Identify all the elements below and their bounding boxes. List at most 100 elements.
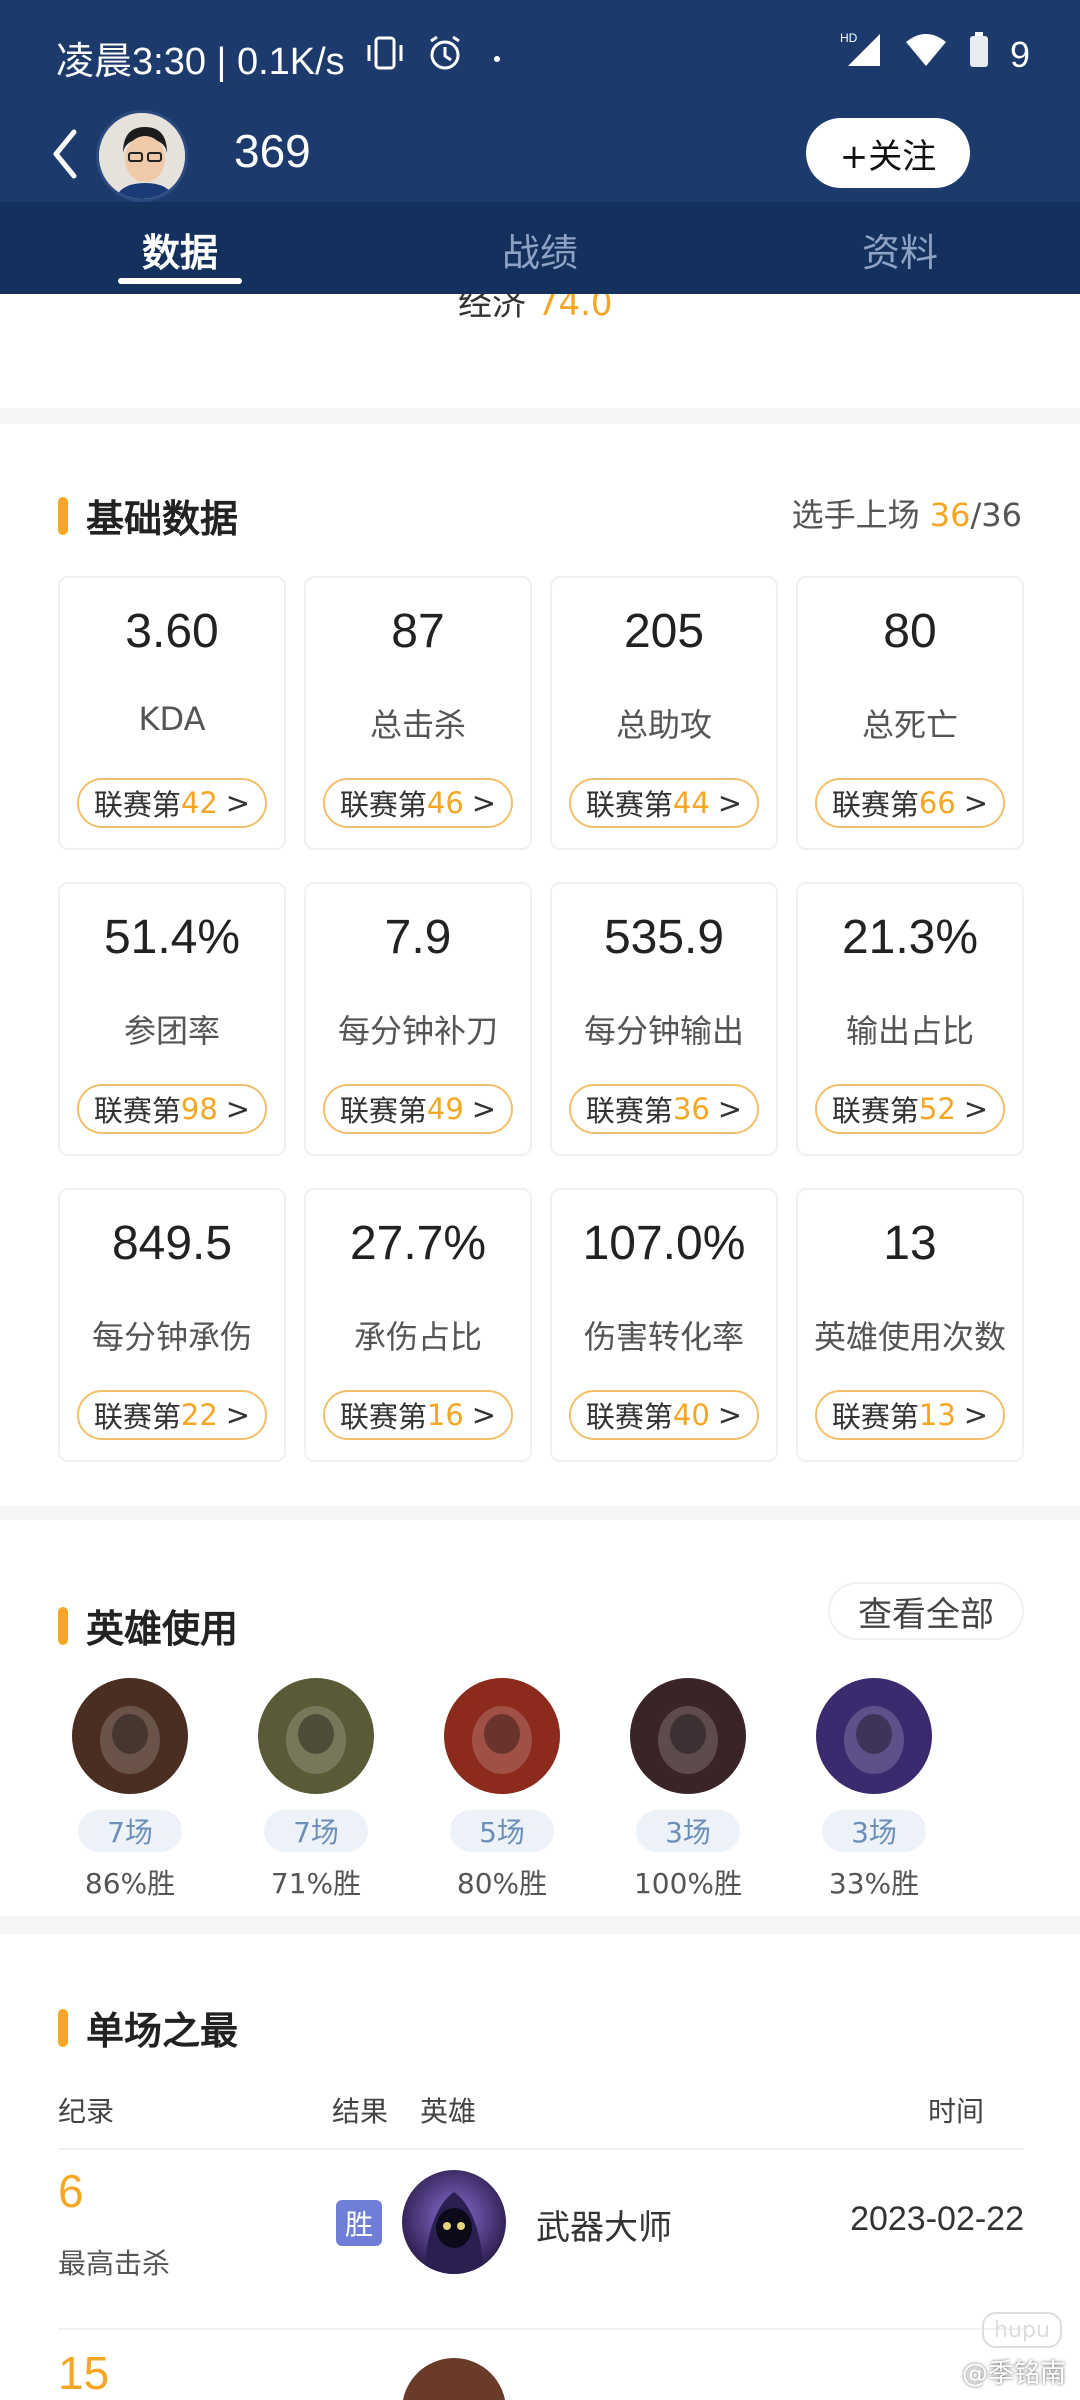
rank-prefix: 联赛第 (339, 788, 427, 822)
rank-number: 49 (426, 1092, 464, 1126)
league-rank-button[interactable]: 联赛第 66 > (815, 778, 1005, 828)
league-rank-button[interactable]: 联赛第 42 > (77, 778, 267, 828)
league-rank-button[interactable]: 联赛第 36 > (569, 1084, 759, 1134)
hupu-logo: hupu (982, 2312, 1062, 2348)
hero-item[interactable]: 5场 80%胜 (444, 1678, 560, 1902)
stat-card: 7.9 每分钟补刀 联赛第 49 > (304, 882, 532, 1156)
best-title: 单场之最 (86, 2009, 239, 2053)
view-all-button[interactable]: 查看全部 (828, 1582, 1024, 1640)
chevron-right-icon: > (717, 786, 743, 820)
league-rank-button[interactable]: 联赛第 44 > (569, 778, 759, 828)
rank-prefix: 联赛第 (585, 1094, 673, 1128)
stat-value: 7.9 (384, 911, 452, 964)
stat-label: 承伤占比 (353, 1318, 482, 1356)
league-rank-button[interactable]: 联赛第 49 > (323, 1084, 513, 1134)
title-accent-bar (58, 1606, 68, 1645)
hero-item[interactable]: 3场 100%胜 (630, 1678, 746, 1902)
stat-value: 80 (883, 605, 937, 658)
chevron-right-icon: > (471, 1092, 497, 1126)
record-value: 6 (58, 2165, 84, 2217)
stat-grid: 3.60 KDA 联赛第 42 >87 总击杀 联赛第 46 >205 总助攻 联赛第 44 >80 总死… (58, 576, 1024, 1462)
games-label: 选手上场 (791, 496, 920, 534)
chevron-right-icon: > (963, 786, 989, 820)
col-result: 结果 (332, 2095, 389, 2128)
rank-number: 44 (672, 786, 710, 820)
stat-card: 80 总死亡联赛第 66 > (796, 576, 1024, 850)
league-rank-button[interactable]: 联赛第 52 > (815, 1084, 1005, 1134)
back-button[interactable] (44, 124, 84, 184)
nav-bar: 369 +关注 (0, 110, 1080, 202)
signal-hd-icon: HD (840, 30, 884, 79)
divider (58, 2328, 1024, 2330)
league-rank-button[interactable]: 联赛第 16 > (323, 1390, 513, 1440)
league-rank-button[interactable]: 联赛第 13 > (815, 1390, 1005, 1440)
games-count: 7场 (78, 1810, 182, 1852)
league-rank-button[interactable]: 联赛第 22 > (77, 1390, 267, 1440)
hero-item[interactable]: 7场 71%胜 (258, 1678, 374, 1902)
stat-label: KDA (138, 700, 206, 738)
basic-title: 基础数据 (86, 497, 239, 541)
rank-number: 98 (180, 1092, 218, 1126)
league-rank-button[interactable]: 联赛第 46 > (323, 778, 513, 828)
wifi-icon (904, 32, 948, 77)
divider (58, 2148, 1024, 2150)
stat-value: 13 (883, 1217, 937, 1270)
hero-item[interactable]: 3场 33%胜 (816, 1678, 932, 1902)
rank-number: 13 (918, 1398, 956, 1432)
header: 凌晨3:30 | 0.1K/s HD 9 369 +关注 数据 战绩 资料 (0, 0, 1080, 294)
stat-card: 51.4% 参团率 联赛第 98 > (58, 882, 286, 1156)
stat-label: 总死亡 (861, 706, 958, 744)
chevron-right-icon: > (717, 1398, 743, 1432)
stat-value: 87 (391, 605, 445, 658)
tab-records[interactable]: 战绩 (360, 202, 720, 294)
rank-prefix: 联赛第 (93, 1400, 181, 1434)
games-total: /36 (970, 496, 1023, 534)
games-played-count: 36 (929, 496, 971, 534)
chevron-right-icon: > (471, 786, 497, 820)
tab-profile[interactable]: 资料 (720, 202, 1080, 294)
app-root: 凌晨3:30 | 0.1K/s HD 9 369 +关注 数据 战绩 资料 经济… (0, 0, 1080, 2400)
basic-data-section: 基础数据 选手上场 36/36 3.60 KDA 联赛第 42 >87 总击杀 联赛第 46 >… (0, 424, 1080, 1506)
rank-prefix: 联赛第 (339, 1094, 427, 1128)
win-rate: 33%胜 (828, 1867, 920, 1900)
win-rate: 71%胜 (270, 1867, 362, 1900)
section-title: 英雄使用 (58, 1598, 238, 1653)
league-rank-button[interactable]: 联赛第 40 > (569, 1390, 759, 1440)
stat-value: 107.0% (582, 1217, 746, 1270)
stat-card: 107.0% 伤害转化率联赛第 40 > (550, 1188, 778, 1462)
rank-number: 36 (672, 1092, 710, 1126)
stat-value: 535.9 (603, 911, 725, 964)
stat-label: 伤害转化率 (583, 1318, 744, 1356)
rank-number: 42 (180, 786, 218, 820)
hero-usage-section: 英雄使用 查看全部 7场 86%胜 7场 71%胜 5场 80%胜 3场 100%胜 3场 33%… (0, 1520, 1080, 1916)
player-name: 369 (234, 125, 311, 177)
col-time: 时间 (927, 2095, 984, 2128)
games-count: 5场 (450, 1810, 554, 1852)
tab-data[interactable]: 数据 (0, 202, 360, 294)
stat-card: 3.60 KDA 联赛第 42 > (58, 576, 286, 850)
result-badge: 胜 (336, 2200, 382, 2246)
stat-card: 849.5 每分钟承伤 联赛第 22 > (58, 1188, 286, 1462)
section-title: 单场之最 (58, 2000, 238, 2055)
record-date: 2023-02-22 (850, 2200, 1024, 2238)
chevron-right-icon: > (963, 1092, 989, 1126)
rank-number: 52 (918, 1092, 956, 1126)
hero-avatar (72, 1678, 188, 1794)
games-played: 选手上场 36/36 (792, 490, 1022, 536)
battery-icon (968, 32, 990, 77)
stat-card: 535.9 每分钟输出 联赛第 36 > (550, 882, 778, 1156)
rank-number: 16 (426, 1398, 464, 1432)
follow-button[interactable]: +关注 (806, 118, 970, 188)
league-rank-button[interactable]: 联赛第 98 > (77, 1084, 267, 1134)
rank-prefix: 联赛第 (93, 788, 181, 822)
rank-prefix: 联赛第 (831, 1094, 919, 1128)
alarm-icon (425, 33, 465, 83)
chevron-right-icon: > (225, 1398, 251, 1432)
player-avatar[interactable] (96, 110, 188, 202)
table-row[interactable]: 6 最高击杀 胜 武器大师 2023-02-22 (58, 2164, 1024, 2314)
hero-avatar (402, 2170, 506, 2274)
chevron-left-icon (53, 129, 77, 179)
section-title: 基础数据 (58, 488, 238, 543)
hero-item[interactable]: 7场 86%胜 (72, 1678, 188, 1902)
stat-label: 总助攻 (615, 706, 712, 744)
